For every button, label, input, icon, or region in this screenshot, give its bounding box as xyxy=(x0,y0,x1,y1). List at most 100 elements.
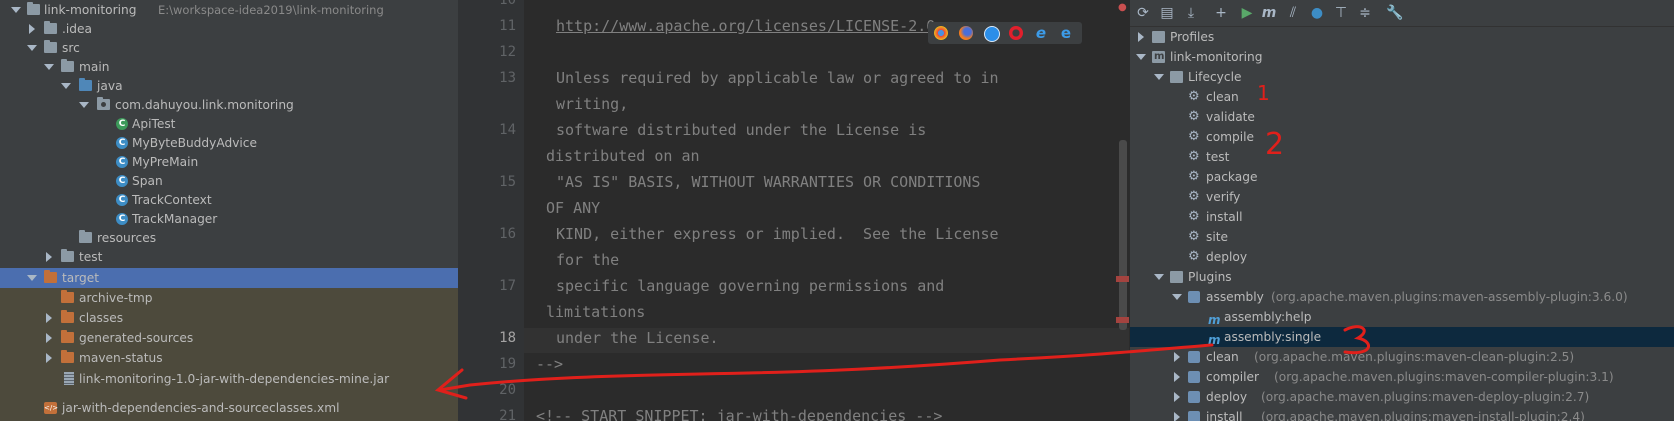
safari-icon[interactable] xyxy=(984,26,1000,42)
tree-item-target-child[interactable]: maven-status xyxy=(0,348,458,368)
tree-item-java[interactable]: java xyxy=(0,76,458,96)
tree-item-package[interactable]: com.dahuyou.link.monitoring xyxy=(0,95,458,115)
tree-item-idea[interactable]: .idea xyxy=(0,19,458,39)
settings-wrench-icon[interactable]: 🔧 xyxy=(1386,4,1404,22)
editor-scrollbar[interactable] xyxy=(1119,140,1127,330)
class-icon: C xyxy=(116,175,128,187)
tree-item-src[interactable]: src xyxy=(0,38,458,58)
chrome-icon[interactable] xyxy=(934,26,948,40)
maven-profiles[interactable]: Profiles xyxy=(1130,27,1674,47)
expand-arrow-icon[interactable] xyxy=(44,62,54,71)
maven-project[interactable]: link-monitoring xyxy=(1130,47,1674,67)
expand-arrow-icon[interactable] xyxy=(27,43,37,52)
lifecycle-phase[interactable]: ⚙ compile xyxy=(1130,127,1674,147)
collapse-arrow-icon[interactable] xyxy=(27,24,36,34)
collapse-arrow-icon[interactable] xyxy=(44,252,53,262)
expand-arrow-icon[interactable] xyxy=(1154,72,1164,81)
collapse-arrow-icon[interactable] xyxy=(1172,392,1181,402)
collapse-arrow-icon[interactable] xyxy=(44,353,53,363)
edge-icon[interactable]: e xyxy=(1059,26,1073,41)
skip-tests-icon[interactable]: ● xyxy=(1308,4,1326,22)
tree-label: archive-tmp xyxy=(79,291,153,305)
tree-item-class[interactable]: C TrackContext xyxy=(0,190,458,210)
collapse-arrow-icon[interactable] xyxy=(44,313,53,323)
phase-label: install xyxy=(1206,210,1243,224)
toggle-offline-icon[interactable]: ⫽ xyxy=(1284,4,1302,22)
lifecycle-phase[interactable]: ⚙ clean xyxy=(1130,87,1674,107)
gear-icon: ⚙ xyxy=(1188,209,1200,224)
maven-plugins[interactable]: Plugins xyxy=(1130,267,1674,287)
expand-arrow-icon[interactable] xyxy=(61,81,71,90)
error-stripe-mark[interactable] xyxy=(1116,317,1129,323)
collapse-arrow-icon[interactable] xyxy=(1136,32,1145,42)
collapse-arrow-icon[interactable] xyxy=(1172,352,1181,362)
plugin-item[interactable]: clean (org.apache.maven.plugins:maven-cl… xyxy=(1130,347,1674,367)
expand-arrow-icon[interactable] xyxy=(1136,52,1146,61)
tree-item-class[interactable]: C TrackManager xyxy=(0,209,458,229)
tree-item-xml[interactable]: </> jar-with-dependencies-and-sourceclas… xyxy=(0,398,458,418)
add-icon[interactable]: + xyxy=(1212,4,1230,22)
plugin-item[interactable]: compiler (org.apache.maven.plugins:maven… xyxy=(1130,367,1674,387)
lifecycle-phase[interactable]: ⚙ test xyxy=(1130,147,1674,167)
lifecycle-phase[interactable]: ⚙ site xyxy=(1130,227,1674,247)
tree-item-resources[interactable]: resources xyxy=(0,228,458,248)
line-number: 20 xyxy=(499,382,516,398)
line-number: 17 xyxy=(499,278,516,294)
tree-item-target-child[interactable]: generated-sources xyxy=(0,328,458,348)
tree-item-target-child[interactable]: classes xyxy=(0,308,458,328)
ie-icon[interactable]: e xyxy=(1034,26,1048,41)
plugin-item[interactable]: install (org.apache.maven.plugins:maven-… xyxy=(1130,407,1674,421)
firefox-icon[interactable] xyxy=(959,26,973,40)
error-indicator-icon[interactable]: ● xyxy=(1118,2,1127,13)
tree-label: main xyxy=(79,60,110,74)
error-stripe-mark[interactable] xyxy=(1116,276,1129,282)
expand-arrow-icon[interactable] xyxy=(79,100,89,109)
plugin-name: deploy xyxy=(1206,390,1248,404)
tree-item-jar[interactable]: link-monitoring-1.0-jar-with-dependencie… xyxy=(0,369,458,389)
collapse-all-icon[interactable]: ≑ xyxy=(1356,4,1374,22)
lifecycle-phase[interactable]: ⚙ deploy xyxy=(1130,247,1674,267)
code-line[interactable]: http://www.apache.org/licenses/LICENSE-2… xyxy=(556,17,935,35)
code-editor[interactable]: 10 11 12 13 14 15 16 17 18 19 20 21 http… xyxy=(458,0,1129,421)
plugin-assembly[interactable]: assembly (org.apache.maven.plugins:maven… xyxy=(1130,287,1674,307)
download-icon[interactable]: ⤓ xyxy=(1182,4,1200,22)
tree-root[interactable]: link-monitoring E:\workspace-idea2019\li… xyxy=(0,0,458,20)
plugin-item[interactable]: deploy (org.apache.maven.plugins:maven-d… xyxy=(1130,387,1674,407)
plugin-name: assembly xyxy=(1206,290,1264,304)
maven-goal-icon[interactable]: m xyxy=(1260,4,1278,22)
lifecycle-phase[interactable]: ⚙ install xyxy=(1130,207,1674,227)
expand-arrow-icon[interactable] xyxy=(1172,292,1182,301)
line-number: 14 xyxy=(499,122,516,138)
generate-sources-icon[interactable]: ▤ xyxy=(1158,4,1176,22)
tree-item-target[interactable]: target xyxy=(0,268,458,288)
gear-icon: ⚙ xyxy=(1188,149,1200,164)
code-line: <!-- START SNIPPET: jar-with-dependencie… xyxy=(536,407,943,421)
lifecycle-phase[interactable]: ⚙ package xyxy=(1130,167,1674,187)
module-folder-icon xyxy=(27,2,40,15)
tree-item-class[interactable]: C ApiTest xyxy=(0,114,458,134)
tree-item-class[interactable]: C Span xyxy=(0,171,458,191)
resources-folder-icon xyxy=(79,230,92,243)
expand-arrow-icon[interactable] xyxy=(1154,272,1164,281)
plugin-goal-selected[interactable]: m assembly:single xyxy=(1130,327,1674,347)
plugin-goal[interactable]: m assembly:help xyxy=(1130,307,1674,327)
line-number: 15 xyxy=(499,174,516,190)
opera-icon[interactable] xyxy=(1009,26,1023,40)
maven-lifecycle[interactable]: Lifecycle xyxy=(1130,67,1674,87)
tree-item-main[interactable]: main xyxy=(0,57,458,77)
show-dependencies-icon[interactable]: ⊤ xyxy=(1332,4,1350,22)
collapse-arrow-icon[interactable] xyxy=(1172,372,1181,382)
expand-arrow-icon[interactable] xyxy=(27,273,37,282)
tree-item-target-child[interactable]: archive-tmp xyxy=(0,288,458,308)
tree-item-test[interactable]: test xyxy=(0,247,458,267)
collapse-arrow-icon[interactable] xyxy=(44,333,53,343)
tree-item-class[interactable]: C MyByteBuddyAdvice xyxy=(0,133,458,153)
collapse-arrow-icon[interactable] xyxy=(1172,412,1181,421)
tree-item-class[interactable]: C MyPreMain xyxy=(0,152,458,172)
expand-arrow-icon[interactable] xyxy=(11,5,21,14)
code-line: specific language governing permissions … xyxy=(556,277,945,295)
run-icon[interactable]: ▶ xyxy=(1238,4,1256,22)
reload-icon[interactable]: ⟳ xyxy=(1134,4,1152,22)
lifecycle-phase[interactable]: ⚙ validate xyxy=(1130,107,1674,127)
lifecycle-phase[interactable]: ⚙ verify xyxy=(1130,187,1674,207)
